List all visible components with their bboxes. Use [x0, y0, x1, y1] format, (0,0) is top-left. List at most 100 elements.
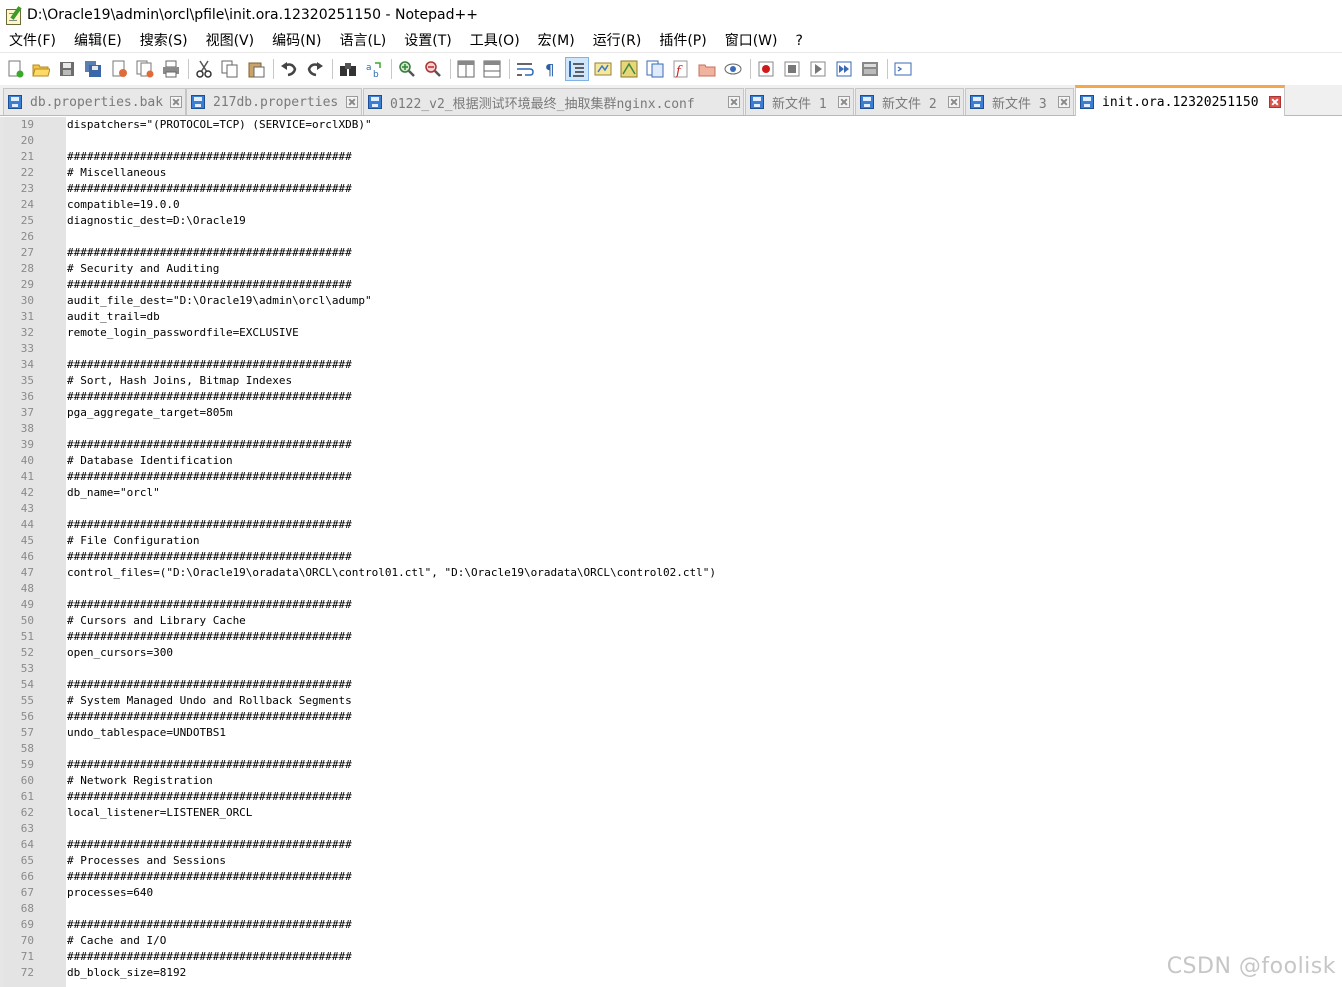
tab-db-properties-bak[interactable]: db.properties.bak	[3, 88, 186, 115]
line-text[interactable]: pga_aggregate_target=805m	[67, 405, 233, 421]
line-text[interactable]: ########################################…	[67, 757, 352, 773]
doc-map-icon[interactable]	[618, 58, 640, 80]
function-list-icon[interactable]	[644, 58, 666, 80]
line-text[interactable]: ########################################…	[67, 277, 352, 293]
menu-edit[interactable]: 编辑(E)	[65, 30, 131, 52]
sync-vertical-icon[interactable]	[455, 58, 477, 80]
line-text[interactable]: local_listener=LISTENER_ORCL	[67, 805, 252, 821]
sync-horizontal-icon[interactable]	[481, 58, 503, 80]
zoom-in-icon[interactable]	[396, 58, 418, 80]
line-text[interactable]: audit_file_dest="D:\Oracle19\admin\orcl\…	[67, 293, 372, 309]
line-text[interactable]: ########################################…	[67, 869, 352, 885]
line-text[interactable]: dispatchers="(PROTOCOL=TCP) (SERVICE=orc…	[67, 117, 372, 133]
line-text[interactable]: diagnostic_dest=D:\Oracle19	[67, 213, 246, 229]
tab-217db-properties[interactable]: 217db.properties	[186, 88, 362, 115]
monitor-icon[interactable]	[722, 58, 744, 80]
line-text[interactable]: # Security and Auditing	[67, 261, 219, 277]
menu-encoding[interactable]: 编码(N)	[263, 30, 330, 52]
menu-help[interactable]: ?	[787, 30, 812, 52]
play-macro-icon[interactable]	[807, 58, 829, 80]
line-text[interactable]: ########################################…	[67, 837, 352, 853]
copy-icon[interactable]	[219, 58, 241, 80]
line-text[interactable]: remote_login_passwordfile=EXCLUSIVE	[67, 325, 299, 341]
line-text[interactable]: ########################################…	[67, 629, 352, 645]
close-tab-icon[interactable]	[838, 96, 850, 108]
line-text[interactable]: ########################################…	[67, 677, 352, 693]
udl-icon[interactable]	[592, 58, 614, 80]
open-file-icon[interactable]	[30, 58, 52, 80]
line-text[interactable]: # Sort, Hash Joins, Bitmap Indexes	[67, 373, 292, 389]
menu-tools[interactable]: 工具(O)	[461, 30, 529, 52]
paste-icon[interactable]	[245, 58, 267, 80]
indent-guide-icon[interactable]	[565, 56, 589, 81]
line-text[interactable]: undo_tablespace=UNDOTBS1	[67, 725, 226, 741]
run-macro-multiple-icon[interactable]	[833, 58, 855, 80]
close-all-icon[interactable]	[134, 58, 156, 80]
line-text[interactable]: # File Configuration	[67, 533, 199, 549]
new-file-icon[interactable]	[4, 58, 26, 80]
line-text[interactable]: ########################################…	[67, 917, 352, 933]
show-all-chars-icon[interactable]: ¶	[540, 58, 562, 80]
menu-settings[interactable]: 设置(T)	[395, 30, 460, 52]
line-text[interactable]: ########################################…	[67, 181, 352, 197]
line-text[interactable]: ########################################…	[67, 357, 352, 373]
record-macro-icon[interactable]	[755, 58, 777, 80]
close-tab-icon[interactable]	[948, 96, 960, 108]
tab-nginx-conf[interactable]: 0122_v2_根据测试环境最终_抽取集群nginx.conf	[363, 88, 744, 115]
menu-search[interactable]: 搜索(S)	[131, 30, 197, 52]
line-text[interactable]: ########################################…	[67, 597, 352, 613]
zoom-out-icon[interactable]	[422, 58, 444, 80]
tab-new-file-3[interactable]: 新文件 3	[965, 88, 1074, 115]
menu-plugins[interactable]: 插件(P)	[650, 30, 715, 52]
line-text[interactable]: # Cursors and Library Cache	[67, 613, 246, 629]
line-text[interactable]: ########################################…	[67, 709, 352, 725]
menu-view[interactable]: 视图(V)	[197, 30, 264, 52]
line-text[interactable]: ########################################…	[67, 437, 352, 453]
line-text[interactable]: open_cursors=300	[67, 645, 173, 661]
line-text[interactable]: ########################################…	[67, 517, 352, 533]
undo-icon[interactable]	[278, 58, 300, 80]
find-icon[interactable]	[337, 58, 359, 80]
redo-icon[interactable]	[304, 58, 326, 80]
line-text[interactable]: ########################################…	[67, 549, 352, 565]
function-icon[interactable]: f	[670, 58, 692, 80]
line-text[interactable]: ########################################…	[67, 789, 352, 805]
menu-file[interactable]: 文件(F)	[0, 30, 65, 52]
tab-new-file-1[interactable]: 新文件 1	[745, 88, 854, 115]
tab-new-file-2[interactable]: 新文件 2	[855, 88, 964, 115]
line-text[interactable]: ########################################…	[67, 245, 352, 261]
line-text[interactable]: audit_trail=db	[67, 309, 160, 325]
line-text[interactable]: # Cache and I/O	[67, 933, 166, 949]
close-tab-icon[interactable]	[1058, 96, 1070, 108]
line-text[interactable]: # Database Identification	[67, 453, 233, 469]
line-text[interactable]: compatible=19.0.0	[67, 197, 180, 213]
tab-init-ora[interactable]: init.ora.12320251150	[1075, 85, 1285, 116]
menu-run[interactable]: 运行(R)	[584, 30, 651, 52]
menu-language[interactable]: 语言(L)	[331, 30, 396, 52]
line-text[interactable]: ########################################…	[67, 389, 352, 405]
line-text[interactable]: processes=640	[67, 885, 153, 901]
line-text[interactable]: ########################################…	[67, 469, 352, 485]
save-icon[interactable]	[56, 58, 78, 80]
cut-icon[interactable]	[193, 58, 215, 80]
close-tab-icon[interactable]	[170, 96, 182, 108]
word-wrap-icon[interactable]	[514, 58, 536, 80]
replace-icon[interactable]: ab	[363, 58, 385, 80]
line-text[interactable]: ########################################…	[67, 949, 352, 965]
folder-workspace-icon[interactable]	[696, 58, 718, 80]
save-macro-icon[interactable]	[859, 58, 881, 80]
close-tab-icon[interactable]	[346, 96, 358, 108]
editor[interactable]: 19 dispatchers="(PROTOCOL=TCP) (SERVICE=o…	[0, 117, 1342, 987]
menu-window[interactable]: 窗口(W)	[716, 30, 787, 52]
line-text[interactable]: # Network Registration	[67, 773, 213, 789]
stop-record-icon[interactable]	[781, 58, 803, 80]
print-icon[interactable]	[160, 58, 182, 80]
close-file-icon[interactable]	[108, 58, 130, 80]
line-text[interactable]: ########################################…	[67, 149, 352, 165]
line-text[interactable]: # Miscellaneous	[67, 165, 166, 181]
line-text[interactable]: # System Managed Undo and Rollback Segme…	[67, 693, 352, 709]
save-all-icon[interactable]	[82, 58, 104, 80]
line-text[interactable]: # Processes and Sessions	[67, 853, 226, 869]
menu-macro[interactable]: 宏(M)	[529, 30, 584, 52]
line-text[interactable]: control_files=("D:\Oracle19\oradata\ORCL…	[67, 565, 716, 581]
